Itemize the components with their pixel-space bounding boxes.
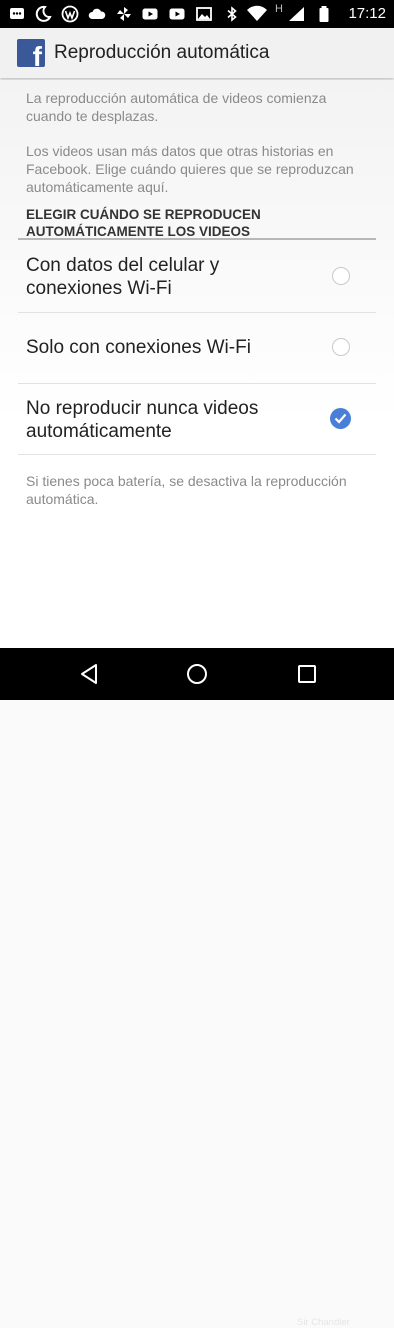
clock: 17:12 (348, 5, 386, 22)
image-icon (196, 7, 212, 21)
signal-icon (289, 7, 304, 21)
network-type-label: H (275, 3, 283, 15)
radio-button[interactable] (332, 338, 350, 356)
option-mobile-and-wifi[interactable]: Con datos del celular y conexiones Wi-Fi (18, 240, 376, 313)
checkmark-icon (334, 413, 347, 424)
intro-text-autoplay: La reproducción automática de videos com… (26, 90, 327, 124)
pinwheel-icon (117, 7, 131, 21)
facebook-logo-icon[interactable]: f (17, 39, 45, 71)
option-label: Solo con conexiones Wi-Fi (26, 337, 251, 358)
option-never-autoplay[interactable]: No reproducir nunca videos automáticamen… (18, 383, 376, 455)
youtube-icon (169, 8, 185, 20)
wifi-icon (247, 5, 267, 21)
battery-note: Si tienes poca batería, se desactiva la … (26, 473, 347, 507)
intro-text-data-usage: Los videos usan más datos que otras hist… (26, 143, 354, 195)
youtube-icon (142, 8, 158, 20)
moon-icon (35, 5, 52, 22)
radio-button-checked[interactable] (330, 408, 351, 429)
battery-icon (319, 6, 329, 22)
bluetooth-icon (227, 6, 237, 22)
watermark-text: Sir Chandler (297, 1317, 350, 1328)
section-header: ELEGIR CUÁNDO SE REPRODUCEN AUTOMÁTICAME… (26, 207, 261, 239)
settings-content: La reproducción automática de videos com… (0, 80, 394, 648)
option-label: No reproducir nunca videos automáticamen… (26, 398, 259, 442)
back-icon[interactable] (78, 662, 102, 686)
option-wifi-only[interactable]: Solo con conexiones Wi-Fi (18, 312, 376, 384)
status-bar: H 17:12 (0, 0, 394, 28)
wordpress-icon (61, 5, 79, 23)
app-bar: f Reproducción automática (0, 28, 394, 78)
home-icon[interactable] (185, 662, 209, 686)
radio-button[interactable] (332, 267, 350, 285)
message-icon (10, 8, 24, 19)
option-label: Con datos del celular y conexiones Wi-Fi (26, 255, 220, 299)
navigation-bar: Sir Chandler (0, 648, 394, 1328)
page-title: Reproducción automática (54, 42, 270, 63)
recents-icon[interactable] (295, 662, 319, 686)
cloud-icon (88, 8, 106, 19)
